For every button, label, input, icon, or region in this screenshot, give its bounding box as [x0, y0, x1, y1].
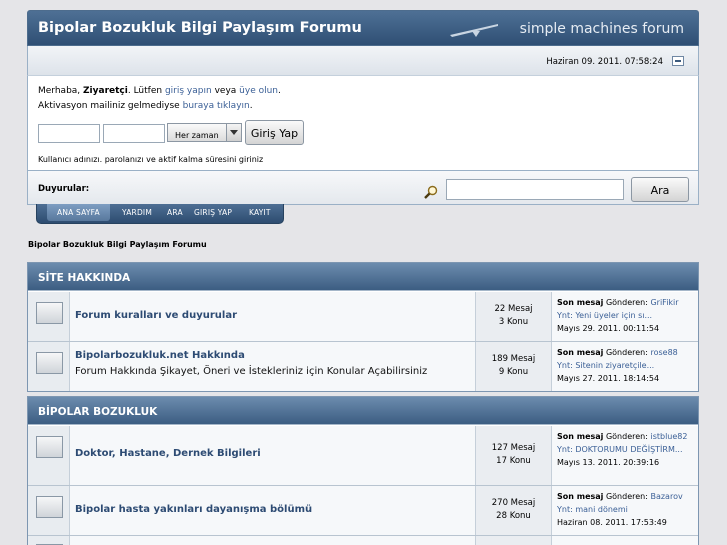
tab-ana-sayfa[interactable]: ANA SAYFA: [47, 204, 110, 221]
forum-header-panel: Bipolar Bozukluk Bilgi Paylaşım Forumu s…: [27, 10, 699, 205]
board-row: Bipolar hasta yakınları dayanışma bölümü…: [28, 485, 698, 535]
search-input[interactable]: [446, 179, 624, 200]
activation-link[interactable]: buraya tıklayın: [183, 101, 250, 111]
duration-select[interactable]: Her zaman: [167, 123, 242, 142]
login-panel: Merhaba, Ziyaretçi. Lütfen giriş yapın v…: [27, 75, 699, 171]
board-stats: 270 Mesaj 28 Konu: [476, 486, 552, 535]
login-button[interactable]: Giriş Yap: [245, 120, 304, 145]
breadcrumb[interactable]: Bipolar Bozukluk Bilgi Paylaşım Forumu: [28, 240, 207, 249]
last-post-subject[interactable]: Ynt: DOKTORUMU DEĞİŞTİRM...: [557, 445, 683, 454]
board-name[interactable]: Bipolarbozukluk.net Hakkında: [75, 350, 470, 361]
board-stats: 22 Mesaj 3 Konu: [476, 292, 552, 341]
last-post-user[interactable]: istblue82: [650, 432, 687, 441]
welcome-text: Merhaba, Ziyaretçi. Lütfen giriş yapın v…: [38, 86, 281, 96]
board-name[interactable]: Doktor, Hastane, Dernek Bilgileri: [75, 448, 470, 459]
announcements-label: Duyurular:: [38, 184, 90, 194]
forum-header: Bipolar Bozukluk Bilgi Paylaşım Forumu s…: [27, 10, 699, 46]
date-bar: Haziran 09. 2011. 07:58:24: [27, 46, 699, 75]
last-post-user[interactable]: Bazarov: [650, 492, 682, 501]
login-hint: Kullanıcı adınızı. parolanızı ve aktif k…: [38, 155, 264, 164]
last-post-user[interactable]: GriFikir: [650, 298, 678, 307]
board-icon: [36, 436, 63, 458]
tab-yardim[interactable]: YARDIM: [122, 208, 152, 217]
current-date: Haziran 09. 2011. 07:58:24: [546, 57, 663, 67]
activation-text: Aktivasyon mailiniz gelmediyse buraya tı…: [38, 101, 253, 111]
last-post: Son mesaj Gönderen: Bazarov Ynt: mani dö…: [552, 486, 698, 535]
board-icon: [36, 302, 63, 324]
smf-brand: simple machines forum: [519, 21, 684, 37]
smf-logo-icon: [450, 24, 498, 37]
category-title[interactable]: BİPOLAR BOZUKLUK: [28, 397, 698, 425]
last-post-user[interactable]: rose88: [650, 348, 677, 357]
board-name[interactable]: Forum kuralları ve duyurular: [75, 310, 470, 321]
category-site-hakkinda: SİTE HAKKINDA Forum kuralları ve duyurul…: [27, 262, 699, 392]
login-link[interactable]: giriş yapın: [165, 86, 212, 96]
board-description: Forum Hakkında Şikayet, Öneri ve İstekle…: [75, 366, 428, 377]
search-bar: Duyurular: Ara: [27, 171, 699, 205]
board-stats: 189 Mesaj 9 Konu: [476, 342, 552, 391]
last-post: Son mesaj Gönderen: istblue82 Ynt: DOKTO…: [552, 426, 698, 485]
register-link[interactable]: üye olun: [239, 86, 278, 96]
search-button[interactable]: Ara: [631, 177, 689, 202]
password-input[interactable]: [103, 124, 165, 143]
tab-ara[interactable]: ARA: [167, 208, 183, 217]
forum-title: Bipolar Bozukluk Bilgi Paylaşım Forumu: [38, 20, 362, 36]
category-bipolar-bozukluk: BİPOLAR BOZUKLUK Doktor, Hastane, Dernek…: [27, 396, 699, 545]
tab-giris-yap[interactable]: GIRIŞ YAP: [194, 208, 232, 217]
board-row: Forum kuralları ve duyurular 22 Mesaj 3 …: [28, 291, 698, 341]
last-post: Son mesaj Gönderen: rose88 Ynt: Sitenin …: [552, 342, 698, 391]
chevron-down-icon: [226, 124, 241, 141]
board-icon: [36, 496, 63, 518]
board-row: Doktor, Hastane, Dernek Bilgileri 127 Me…: [28, 425, 698, 485]
guest-name: Ziyaretçi: [83, 86, 128, 96]
collapse-icon[interactable]: [672, 56, 684, 66]
category-title[interactable]: SİTE HAKKINDA: [28, 263, 698, 291]
last-post-subject[interactable]: Ynt: Yeni üyeler için sı...: [557, 311, 652, 320]
search-icon: [424, 185, 438, 199]
board-name[interactable]: Bipolar hasta yakınları dayanışma bölümü: [75, 504, 470, 515]
username-input[interactable]: [38, 124, 100, 143]
tab-kayit[interactable]: KAYIT: [249, 208, 271, 217]
last-post: Son mesaj Gönderen: GriFikir Ynt: Yeni ü…: [552, 292, 698, 341]
last-post-subject[interactable]: Ynt: Sitenin ziyaretçile...: [557, 361, 654, 370]
board-icon: [36, 352, 63, 374]
board-row: Bipolarbozukluk.net Hakkında Forum Hakkı…: [28, 341, 698, 391]
board-stats: 127 Mesaj 17 Konu: [476, 426, 552, 485]
board-row: [28, 535, 698, 545]
main-menu: ANA SAYFA YARDIM ARA GIRIŞ YAP KAYIT: [36, 204, 284, 224]
last-post-subject[interactable]: Ynt: mani dönemi: [557, 505, 628, 514]
